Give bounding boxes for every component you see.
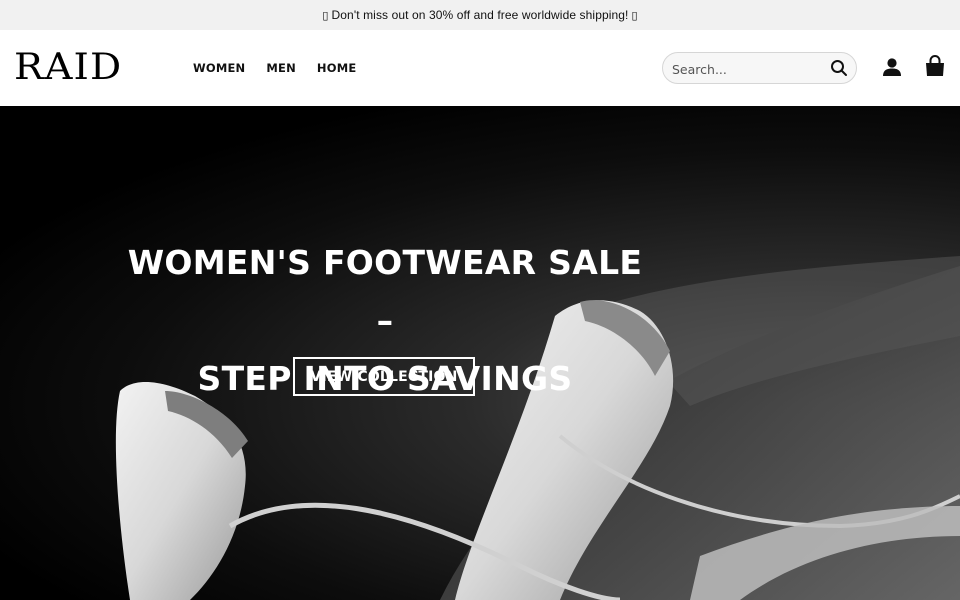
site-logo[interactable]: RAID bbox=[14, 50, 122, 86]
nav-item-home[interactable]: HOME bbox=[317, 61, 357, 75]
nav-item-men[interactable]: MEN bbox=[266, 61, 296, 75]
main-nav: WOMEN MEN HOME bbox=[193, 61, 377, 75]
search-box bbox=[662, 52, 857, 84]
hero-title-line-1: WOMEN'S FOOTWEAR SALE – bbox=[127, 243, 643, 340]
announcement-trailing-icon: ▯ bbox=[631, 8, 638, 22]
site-header: RAID WOMEN MEN HOME bbox=[0, 30, 960, 106]
nav-item-women[interactable]: WOMEN bbox=[193, 61, 245, 75]
hero-banner: WOMEN'S FOOTWEAR SALE – STEP INTO SAVING… bbox=[0, 106, 960, 600]
announcement-text: Don't miss out on 30% off and free world… bbox=[331, 8, 629, 22]
search-input[interactable] bbox=[672, 59, 822, 79]
cart-icon[interactable] bbox=[924, 55, 946, 77]
view-collection-button[interactable]: VIEW COLLECTION bbox=[293, 357, 475, 396]
search-icon[interactable] bbox=[830, 59, 848, 77]
announcement-bar: ▯ Don't miss out on 30% off and free wor… bbox=[0, 0, 960, 30]
user-icon[interactable] bbox=[882, 57, 902, 77]
announcement-leading-icon: ▯ bbox=[322, 8, 329, 22]
